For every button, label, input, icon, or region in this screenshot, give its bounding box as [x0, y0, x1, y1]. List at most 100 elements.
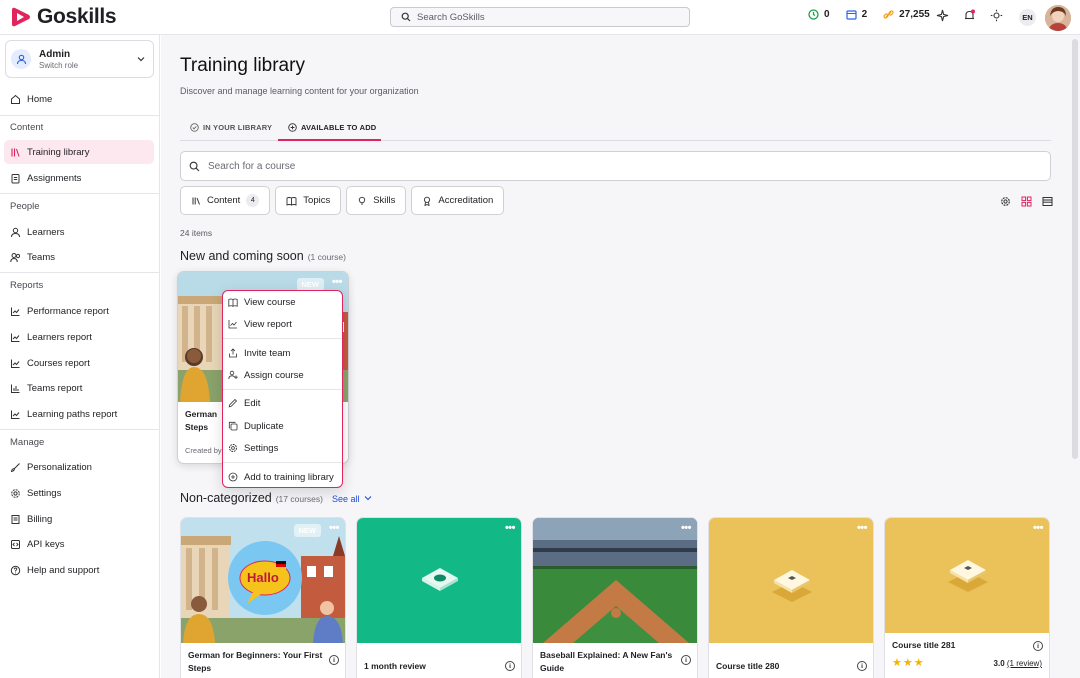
- streak-stat[interactable]: 0: [808, 9, 830, 20]
- menu-item-duplicate[interactable]: Duplicate: [223, 416, 342, 436]
- chart-line-icon: [11, 410, 20, 419]
- goskills-logo-icon: [12, 7, 30, 27]
- top-bar: Goskills Search GoSkills 0 2 27,255 EN: [0, 0, 1080, 35]
- course-card[interactable]: ••• 1 month review i: [356, 517, 522, 678]
- points-stat[interactable]: 27,255: [883, 9, 930, 20]
- info-icon[interactable]: i: [329, 655, 339, 665]
- list-view-icon[interactable]: [1042, 196, 1053, 207]
- filter-accreditation-button[interactable]: Accreditation: [411, 186, 505, 215]
- course-search-input[interactable]: Search for a course: [180, 151, 1051, 181]
- sidebar-item-learning-paths-report[interactable]: Learning paths report: [4, 402, 154, 426]
- menu-item-invite-team[interactable]: Invite team: [223, 343, 342, 363]
- scrollbar[interactable]: [1072, 39, 1078, 459]
- app-name: Goskills: [37, 5, 117, 28]
- tab-available-to-add[interactable]: AVAILABLE TO ADD: [288, 123, 376, 132]
- menu-item-label: View report: [244, 318, 292, 330]
- info-icon[interactable]: i: [857, 661, 867, 671]
- sidebar-item-home[interactable]: Home: [4, 87, 154, 111]
- sidebar-item-label: Performance report: [27, 305, 109, 317]
- sidebar-item-settings[interactable]: Settings: [4, 481, 154, 505]
- filter-label: Topics: [303, 195, 331, 206]
- tab-in-your-library[interactable]: IN YOUR LIBRARY: [190, 123, 272, 132]
- chevron-down-icon[interactable]: [364, 494, 372, 502]
- gear-icon: [11, 488, 20, 498]
- info-icon[interactable]: i: [505, 661, 515, 671]
- sidebar-item-performance-report[interactable]: Performance report: [4, 299, 154, 323]
- menu-item-view-report[interactable]: View report: [223, 314, 342, 334]
- language-switcher[interactable]: EN: [1019, 9, 1036, 26]
- role-switcher[interactable]: Admin Switch role: [5, 40, 154, 78]
- course-title: Course title 280: [716, 661, 780, 671]
- clipboard-icon: [11, 173, 20, 183]
- sidebar-item-label: Teams report: [27, 382, 83, 394]
- sidebar-item-courses-report[interactable]: Courses report: [4, 351, 154, 375]
- more-options-icon[interactable]: •••: [505, 522, 516, 534]
- sidebar-item-assignments[interactable]: Assignments: [4, 166, 154, 190]
- filter-label: Skills: [373, 195, 396, 206]
- menu-item-settings[interactable]: Settings: [223, 438, 342, 458]
- help-icon: [10, 565, 21, 575]
- filter-label: Content: [207, 195, 241, 206]
- sidebar-item-learners[interactable]: Learners: [4, 220, 154, 244]
- filter-skills-button[interactable]: Skills: [346, 186, 407, 215]
- star-rating-icon: ★★★: [892, 657, 925, 669]
- sidebar-divider: [0, 193, 160, 194]
- grid-view-icon[interactable]: [1021, 196, 1032, 207]
- clock-icon: [808, 9, 819, 20]
- logo[interactable]: Goskills: [9, 5, 117, 29]
- course-card-body: Course title 281 i ★★★ 3.0 (1 review): [885, 633, 1049, 676]
- pencil-icon: [228, 398, 238, 408]
- hallo-text: Hallo: [247, 570, 279, 585]
- user-avatar[interactable]: [1045, 5, 1071, 31]
- sparkle-icon[interactable]: [936, 9, 949, 22]
- course-card[interactable]: ••• Course title 281 i ★★★ 3.0 (1 review…: [884, 517, 1050, 678]
- sidebar-item-teams[interactable]: Teams: [4, 245, 154, 269]
- course-card[interactable]: ••• Baseball Explained: A New Fan's Guid…: [532, 517, 698, 678]
- more-options-icon[interactable]: •••: [857, 522, 868, 534]
- sidebar-item-api-keys[interactable]: API keys: [4, 532, 154, 556]
- sidebar-item-label: Settings: [27, 487, 62, 499]
- menu-item-view-course[interactable]: View course: [223, 292, 342, 312]
- course-card-body: German for Beginners: Your First Steps i: [181, 643, 345, 678]
- bell-icon[interactable]: [963, 9, 976, 22]
- sidebar-item-help[interactable]: Help and support: [4, 558, 154, 582]
- more-options-icon[interactable]: •••: [329, 522, 340, 534]
- filter-topics-button[interactable]: Topics: [275, 186, 342, 215]
- more-options-icon[interactable]: •••: [332, 276, 343, 288]
- users-icon: [10, 252, 21, 262]
- sidebar-item-training-library[interactable]: Training library: [4, 140, 154, 164]
- sidebar-item-billing[interactable]: Billing: [4, 507, 154, 531]
- sidebar-divider: [0, 429, 160, 430]
- see-all-link[interactable]: See all: [332, 494, 360, 504]
- sidebar-item-label: Training library: [27, 146, 90, 158]
- calendar-stat[interactable]: 2: [845, 9, 867, 20]
- sun-icon[interactable]: [990, 9, 1003, 22]
- info-icon[interactable]: i: [1033, 641, 1043, 651]
- course-card-body: 1 month review i: [357, 643, 521, 678]
- info-icon[interactable]: i: [681, 655, 691, 665]
- gear-icon[interactable]: [1000, 196, 1011, 207]
- menu-divider: [223, 462, 342, 463]
- reviews-link[interactable]: (1 review): [1007, 659, 1042, 668]
- active-tab-indicator: [278, 139, 381, 141]
- avatar-image: [1045, 5, 1071, 31]
- sidebar-item-personalization[interactable]: Personalization: [4, 455, 154, 479]
- more-options-icon[interactable]: •••: [681, 522, 692, 534]
- global-search-input[interactable]: Search GoSkills: [390, 7, 690, 27]
- top-actions: [936, 9, 1003, 22]
- sidebar-item-teams-report[interactable]: Teams report: [4, 376, 154, 400]
- course-card[interactable]: ••• Course title 280 i: [708, 517, 874, 678]
- sidebar-item-label: Home: [27, 93, 53, 105]
- chart-line-icon: [228, 320, 237, 329]
- menu-item-edit[interactable]: Edit: [223, 393, 342, 413]
- course-card[interactable]: Hallo NEW ••• German for Beginners: Your…: [180, 517, 346, 678]
- plus-circle-icon: [288, 123, 297, 132]
- search-icon: [401, 12, 411, 22]
- menu-item-add-to-library[interactable]: Add to training library: [223, 467, 342, 487]
- menu-item-assign-course[interactable]: Assign course: [223, 365, 342, 385]
- course-thumbnail: •••: [885, 518, 1049, 633]
- sidebar-item-learners-report[interactable]: Learners report: [4, 325, 154, 349]
- more-options-icon[interactable]: •••: [1033, 522, 1044, 534]
- filter-content-button[interactable]: Content 4: [180, 186, 271, 215]
- menu-item-label: Settings: [244, 442, 279, 454]
